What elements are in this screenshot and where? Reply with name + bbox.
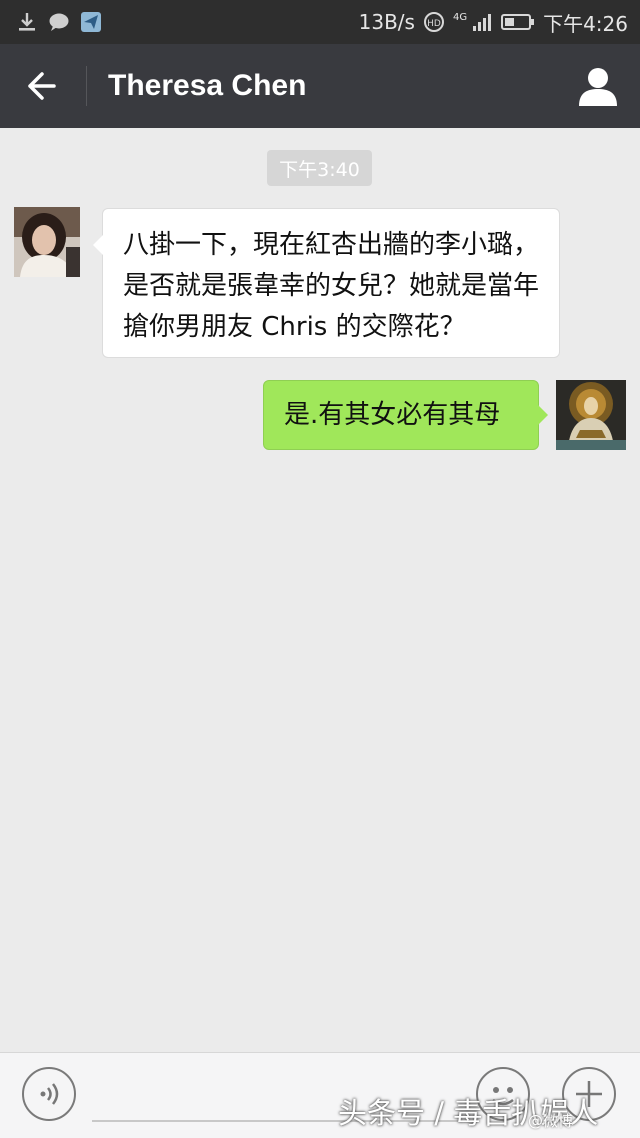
incoming-message[interactable]: 八掛一下，現在紅杏出牆的李小璐，是否就是張韋幸的女兒？她就是當年搶你男朋友 Ch… [93, 208, 560, 358]
battery-icon [501, 11, 535, 33]
outgoing-message-text: 是.有其女必有其母 [284, 400, 501, 430]
profile-button[interactable] [576, 64, 620, 108]
signal-icon [471, 11, 493, 33]
status-bar: 13B/s HD 4G 下午4:26 [0, 0, 640, 44]
chat-title: Theresa Chen [108, 69, 307, 102]
back-button[interactable] [18, 64, 68, 108]
notification-icons [16, 9, 102, 35]
clock: 下午4:26 [543, 11, 628, 36]
chat-bubble-icon [48, 11, 70, 33]
download-icon [16, 11, 38, 33]
message-timestamp: 下午3:40 [267, 150, 372, 186]
weibo-watermark: @微博 [528, 1112, 574, 1130]
send-app-icon [80, 11, 102, 33]
hd-icon: HD [423, 11, 445, 33]
voice-icon [40, 1083, 59, 1105]
status-indicators: 13B/s HD 4G 下午4:26 [359, 0, 628, 44]
svg-text:HD: HD [427, 19, 441, 29]
outgoing-message[interactable]: 是.有其女必有其母 [263, 380, 548, 450]
contact-avatar[interactable] [14, 207, 80, 277]
network-type: 4G [452, 12, 468, 23]
voice-button[interactable] [22, 1067, 76, 1121]
back-arrow-icon [28, 72, 56, 100]
incoming-message-text: 八掛一下，現在紅杏出牆的李小璐，是否就是張韋幸的女兒？她就是當年搶你男朋友 Ch… [123, 230, 540, 342]
header-divider [86, 66, 87, 106]
chat-header: Theresa Chen [0, 44, 640, 128]
my-avatar[interactable] [556, 380, 626, 450]
person-icon [579, 68, 617, 106]
network-speed: 13B/s [358, 10, 415, 34]
